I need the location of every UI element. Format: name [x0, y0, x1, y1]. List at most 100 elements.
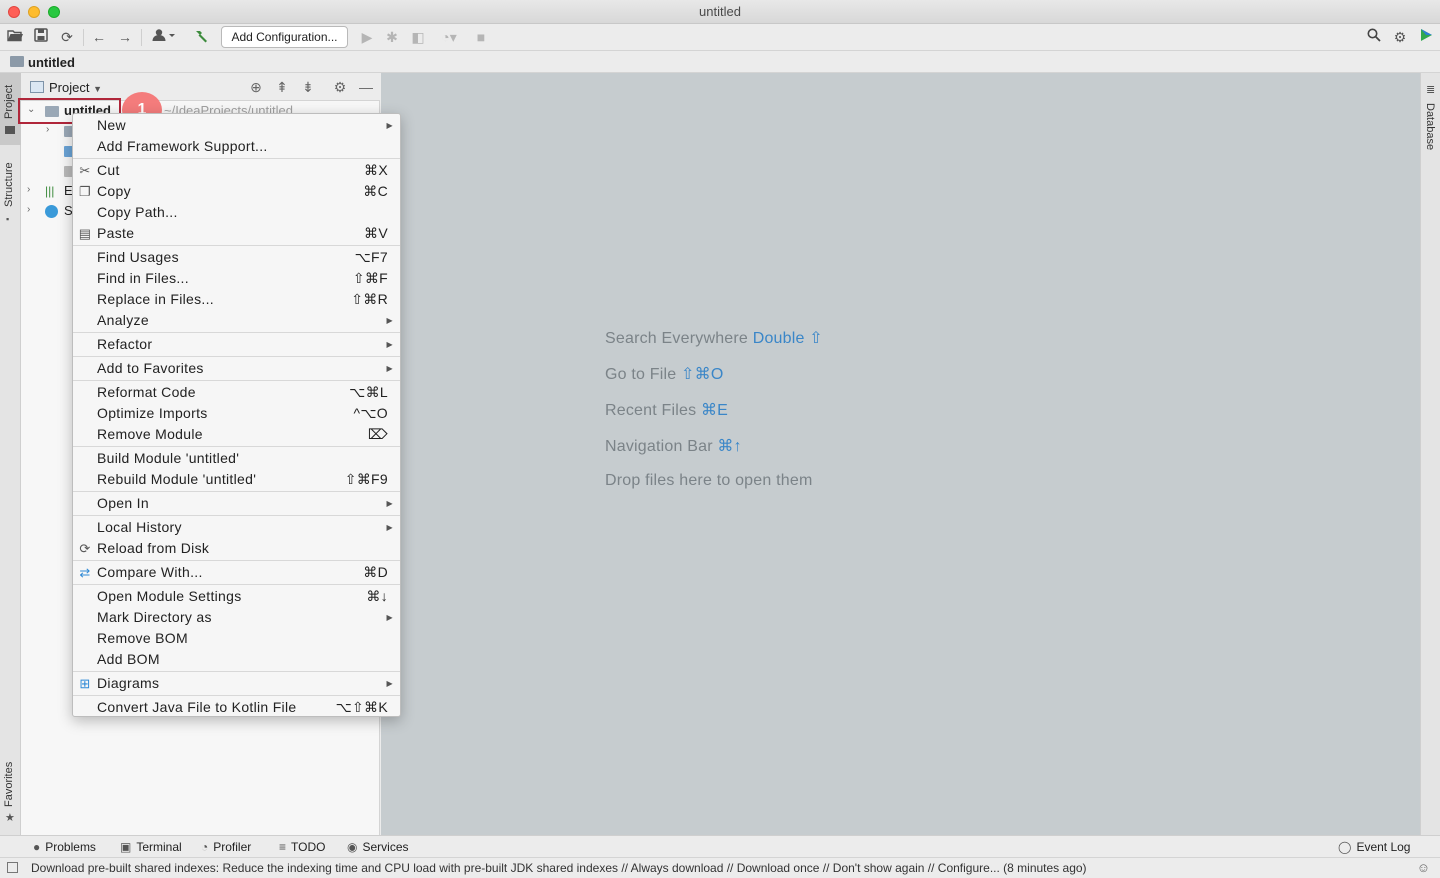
- profile-icon[interactable]: ◔▾: [434, 28, 464, 46]
- menu-item-add-bom[interactable]: Add BOM: [73, 649, 400, 670]
- menu-item-label: New: [97, 117, 126, 133]
- menu-item-shortcut: ⇧⌘R: [351, 291, 388, 307]
- collapse-all-icon[interactable]: ⇟: [299, 78, 317, 96]
- menu-item-reformat-code[interactable]: Reformat Code ⌥⌘L: [73, 382, 400, 403]
- menu-item-local-history[interactable]: Local History ▶: [73, 517, 400, 538]
- menu-item-convert-java-to-kotlin[interactable]: Convert Java File to Kotlin File ⌥⇧⌘K: [73, 697, 400, 718]
- tool-button-terminal[interactable]: ▣ Terminal: [120, 840, 182, 854]
- menu-item-label: Diagrams: [97, 675, 160, 691]
- search-icon[interactable]: [1365, 28, 1383, 46]
- submenu-arrow-icon: ▶: [386, 679, 393, 688]
- menu-item-label: Local History: [97, 519, 182, 535]
- status-message[interactable]: Download pre-built shared indexes: Reduc…: [31, 861, 1087, 875]
- menu-item-find-usages[interactable]: Find Usages ⌥F7: [73, 247, 400, 268]
- menu-item-reload-from-disk[interactable]: ⟳ Reload from Disk: [73, 538, 400, 559]
- submenu-arrow-icon: ▶: [386, 121, 393, 130]
- locate-target-icon[interactable]: ⊕: [247, 78, 265, 96]
- run-icon[interactable]: ▶: [358, 28, 376, 46]
- chevron-right-icon[interactable]: ›: [46, 124, 49, 135]
- menu-item-copy-path[interactable]: Copy Path...: [73, 202, 400, 223]
- save-icon[interactable]: [32, 28, 50, 46]
- navigation-bar: untitled: [0, 51, 1440, 73]
- tool-tab-structure[interactable]: Structure ▪: [0, 153, 21, 227]
- menu-item-paste[interactable]: ▤ Paste ⌘V: [73, 223, 400, 244]
- open-folder-icon[interactable]: [6, 28, 24, 46]
- database-icon: ≣: [1426, 84, 1436, 96]
- menu-item-shortcut: ⌘↓: [366, 588, 388, 604]
- menu-item-remove-module[interactable]: Remove Module ⌦: [73, 424, 400, 445]
- menu-item-compare-with[interactable]: ⇄ Compare With... ⌘D: [73, 562, 400, 583]
- copy-icon: ❐: [79, 184, 91, 199]
- menu-item-label: Analyze: [97, 312, 149, 328]
- back-icon[interactable]: ←: [90, 28, 108, 46]
- panel-settings-gear-icon[interactable]: ⚙: [331, 78, 349, 96]
- menu-item-remove-bom[interactable]: Remove BOM: [73, 628, 400, 649]
- expand-all-icon[interactable]: ⇞: [273, 78, 291, 96]
- context-menu: New ▶ Add Framework Support... ✂ Cut ⌘X ❐ Co…: [72, 113, 401, 717]
- menu-item-add-framework-support[interactable]: Add Framework Support...: [73, 136, 400, 157]
- user-icon[interactable]: [150, 28, 178, 46]
- tool-button-services[interactable]: ◉ Services: [347, 840, 409, 854]
- menu-item-replace-in-files[interactable]: Replace in Files... ⇧⌘R: [73, 289, 400, 310]
- project-folder-icon: [10, 56, 24, 67]
- menu-item-build-module[interactable]: Build Module 'untitled': [73, 448, 400, 469]
- todo-list-icon: ≡: [279, 840, 287, 854]
- hide-panel-icon[interactable]: —: [357, 78, 375, 96]
- submenu-arrow-icon: ▶: [386, 499, 393, 508]
- project-view-selector[interactable]: Project ▼: [49, 80, 102, 95]
- hint-go-to-file-key: ⇧⌘O: [681, 366, 724, 383]
- build-hammer-icon[interactable]: [192, 28, 210, 46]
- tool-button-profiler[interactable]: ◔ Profiler: [201, 840, 251, 854]
- hint-recent-files-key: ⌘E: [700, 402, 729, 419]
- tool-tab-favorites[interactable]: Favorites ★: [0, 753, 21, 833]
- settings-gear-icon[interactable]: ⚙: [1391, 28, 1409, 46]
- menu-separator: [73, 332, 400, 333]
- compare-icon: ⇄: [79, 565, 91, 580]
- hint-search-everywhere-text: Search Everywhere: [605, 330, 749, 347]
- hint-recent-files-text: Recent Files: [605, 402, 697, 419]
- menu-item-label: Mark Directory as: [97, 609, 212, 625]
- submenu-arrow-icon: ▶: [386, 523, 393, 532]
- debug-icon[interactable]: ✱: [383, 28, 401, 46]
- breadcrumb-project[interactable]: untitled: [28, 55, 75, 70]
- menu-separator: [73, 560, 400, 561]
- menu-item-analyze[interactable]: Analyze ▶: [73, 310, 400, 331]
- terminal-icon: ▣: [120, 840, 132, 854]
- menu-item-label: Replace in Files...: [97, 291, 214, 307]
- event-log-icon: ◯: [1338, 840, 1352, 854]
- tool-button-todo[interactable]: ≡ TODO: [279, 840, 325, 854]
- menu-item-find-in-files[interactable]: Find in Files... ⇧⌘F: [73, 268, 400, 289]
- menu-item-add-to-favorites[interactable]: Add to Favorites ▶: [73, 358, 400, 379]
- inspector-icon[interactable]: ☺: [1417, 860, 1430, 875]
- menu-item-copy[interactable]: ❐ Copy ⌘C: [73, 181, 400, 202]
- sync-icon[interactable]: ⟳: [58, 28, 76, 46]
- tool-button-todo-label: TODO: [291, 840, 326, 854]
- menu-item-mark-directory-as[interactable]: Mark Directory as ▶: [73, 607, 400, 628]
- bottom-tool-bar: ● Problems ▣ Terminal ◔ Profiler ≡ TODO ◉ Ser…: [0, 835, 1440, 857]
- forward-icon[interactable]: →: [116, 28, 134, 46]
- menu-item-open-module-settings[interactable]: Open Module Settings ⌘↓: [73, 586, 400, 607]
- menu-item-diagrams[interactable]: ⊞ Diagrams ▶: [73, 673, 400, 694]
- menu-item-cut[interactable]: ✂ Cut ⌘X: [73, 160, 400, 181]
- menu-separator: [73, 491, 400, 492]
- chevron-right-icon[interactable]: ›: [27, 204, 30, 215]
- tool-tab-database[interactable]: Database: [1424, 103, 1436, 150]
- tool-button-event-log[interactable]: ◯ Event Log: [1338, 840, 1410, 854]
- stop-icon[interactable]: ■: [472, 28, 490, 46]
- menu-item-optimize-imports[interactable]: Optimize Imports ^⌥O: [73, 403, 400, 424]
- menu-item-rebuild-module[interactable]: Rebuild Module 'untitled' ⇧⌘F9: [73, 469, 400, 490]
- menu-item-label: Cut: [97, 162, 120, 178]
- tool-button-problems[interactable]: ● Problems: [33, 840, 96, 854]
- menu-item-refactor[interactable]: Refactor ▶: [73, 334, 400, 355]
- chevron-right-icon[interactable]: ›: [27, 184, 30, 195]
- project-panel-header: Project ▼ ⊕ ⇞ ⇟ ⚙ —: [21, 73, 380, 101]
- tool-windows-toggle-icon[interactable]: [7, 862, 18, 873]
- editor-empty-area[interactable]: Search Everywhere Double ⇧ Go to File ⇧⌘…: [381, 73, 1420, 835]
- add-configuration-button[interactable]: Add Configuration...: [221, 26, 348, 48]
- menu-item-label: Rebuild Module 'untitled': [97, 471, 257, 487]
- menu-item-open-in[interactable]: Open In ▶: [73, 493, 400, 514]
- menu-item-new[interactable]: New ▶: [73, 115, 400, 136]
- coverage-icon[interactable]: ◧: [409, 28, 427, 46]
- toolbox-icon[interactable]: [1417, 28, 1435, 46]
- menu-item-shortcut: ⌘D: [363, 564, 388, 580]
